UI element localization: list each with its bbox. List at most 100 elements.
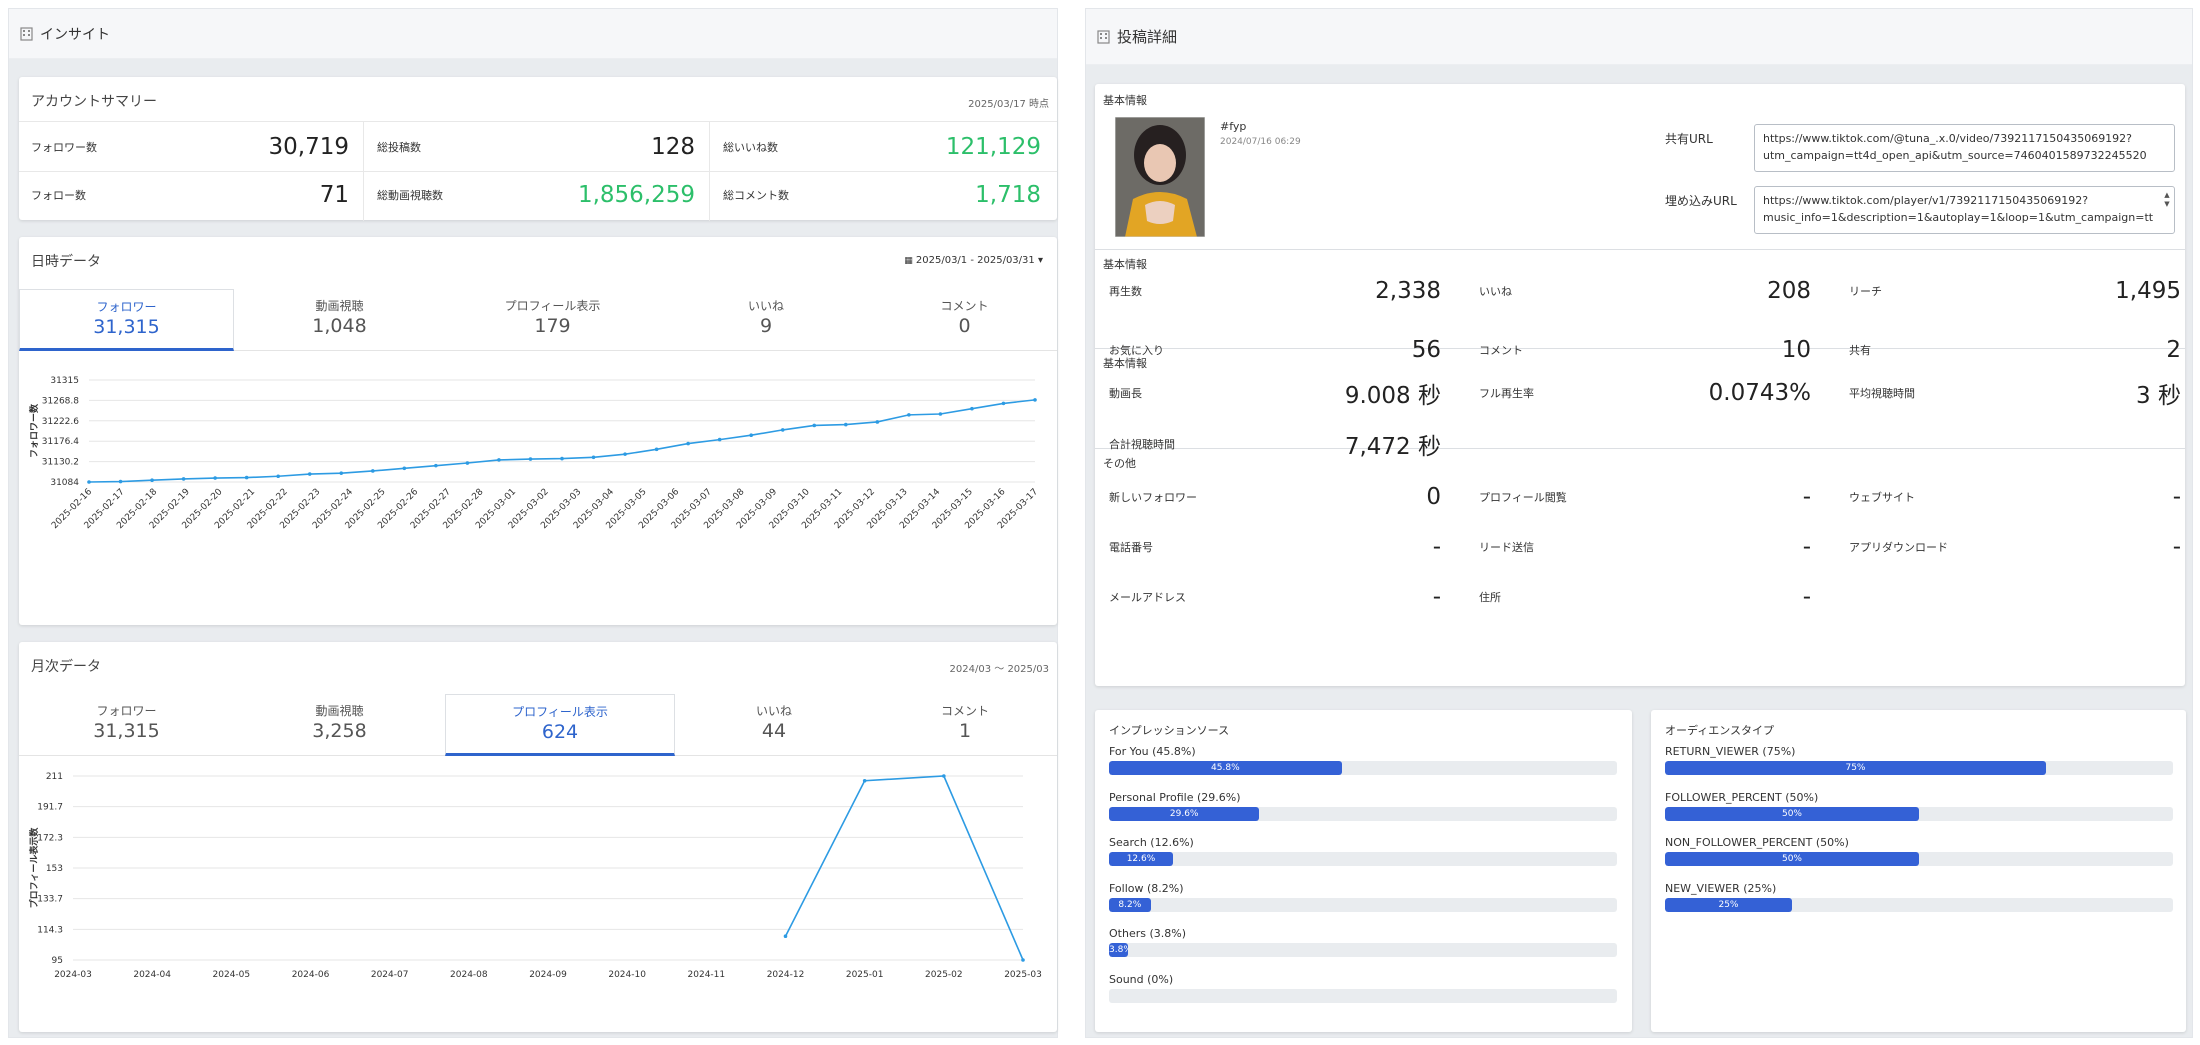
data-point[interactable]: [1001, 401, 1006, 406]
data-point[interactable]: [371, 469, 375, 473]
data-point[interactable]: [560, 456, 564, 461]
post-detail-panel: 投稿詳細 基本情報 #fyp 2024/07/16 06:29 共有URL ht…: [1085, 8, 2193, 1038]
data-point[interactable]: [970, 406, 974, 411]
detail-cell: いいね 208: [1465, 271, 1825, 311]
monthly-data-card: 月次データ 2024/03 ～ 2025/03 フォロワー 31,315 動画視聴 3…: [19, 642, 1057, 1032]
data-point[interactable]: [780, 428, 785, 432]
tab-label: フォロワー: [96, 300, 157, 314]
detail-value: 0: [1426, 484, 1441, 510]
y-tick-label: 31084: [50, 478, 79, 488]
tab-label: プロフィール表示: [504, 299, 601, 313]
data-point[interactable]: [497, 458, 501, 462]
tab-monthly-3[interactable]: いいね 44: [675, 694, 873, 756]
tab-monthly-2[interactable]: プロフィール表示 624: [445, 694, 675, 756]
data-point[interactable]: [213, 476, 217, 480]
data-point[interactable]: [87, 480, 91, 484]
data-point[interactable]: [244, 475, 249, 480]
data-point[interactable]: [623, 452, 627, 456]
data-point[interactable]: [1021, 958, 1025, 962]
tab-monthly-1[interactable]: 動画視聴 3,258: [234, 694, 445, 756]
data-point[interactable]: [907, 413, 911, 417]
data-point[interactable]: [307, 472, 312, 476]
data-point[interactable]: [1033, 398, 1037, 402]
data-point[interactable]: [528, 457, 533, 461]
data-point[interactable]: [591, 455, 596, 460]
post-detail-title: 投稿詳細: [1117, 28, 1178, 46]
data-point[interactable]: [465, 461, 470, 465]
bar-label: Sound (0%): [1109, 972, 1174, 986]
tab-monthly-4[interactable]: コメント 1: [873, 694, 1057, 756]
post-hashtag: #fyp: [1220, 120, 1247, 133]
detail-cell: アプリダウンロード -: [1835, 527, 2195, 567]
data-point[interactable]: [844, 422, 848, 427]
data-point[interactable]: [339, 471, 344, 475]
x-tick-label: 2024-08: [450, 970, 488, 980]
tab-label: コメント: [940, 704, 989, 718]
detail-cell: 電話番号 -: [1095, 527, 1455, 567]
tab-value: 1,048: [312, 315, 367, 337]
monthly-date-range: 2024/03 ～ 2025/03: [949, 664, 1049, 675]
detail-value: 9.008 秒: [1344, 383, 1441, 409]
post-thumbnail[interactable]: [1115, 117, 1205, 237]
summary-cell: 総動画視聴数 1,856,259: [365, 171, 707, 219]
progress-track: 75%: [1665, 761, 2173, 775]
bar-label: NON_FOLLOWER_PERCENT (50%): [1665, 836, 1849, 849]
data-point[interactable]: [686, 441, 690, 446]
daily-tabs: フォロワー 31,315 動画視聴 1,048 プロフィール表示 179 いいね 9 コメント 0: [19, 289, 1057, 351]
data-point[interactable]: [402, 466, 407, 471]
detail-cell: 新しいフォロワー 0: [1095, 477, 1455, 517]
data-point[interactable]: [150, 478, 154, 483]
summary-as-of: 2025/03/17 時点: [968, 99, 1049, 110]
detail-cell: リード送信 -: [1465, 527, 1825, 567]
data-point[interactable]: [942, 774, 946, 778]
progress-fill: 45.8%: [1109, 761, 1342, 775]
detail-value: -: [1432, 584, 1441, 610]
summary-cell: 総投稿数 128: [365, 123, 707, 171]
tab-daily-1[interactable]: 動画視聴 1,048: [234, 289, 445, 351]
data-point[interactable]: [118, 479, 123, 484]
tab-daily-4[interactable]: コメント 0: [872, 289, 1057, 351]
tab-label: プロフィール表示: [512, 705, 608, 719]
share-url-field[interactable]: https://www.tiktok.com/@tuna_.x.0/video/…: [1754, 124, 2175, 172]
tab-monthly-0[interactable]: フォロワー 31,315: [19, 694, 234, 756]
data-point[interactable]: [875, 420, 880, 424]
progress-track: 12.6%: [1109, 852, 1617, 866]
tab-value: 31,315: [93, 316, 160, 338]
tab-daily-0[interactable]: フォロワー 31,315: [19, 289, 234, 351]
textarea-scrollbar[interactable]: ▲ ▼: [2162, 191, 2172, 209]
summary-value: 1,718: [975, 182, 1041, 208]
data-point[interactable]: [717, 437, 722, 442]
data-point[interactable]: [783, 934, 788, 939]
tab-label: 動画視聴: [315, 704, 364, 718]
progress-track: 50%: [1665, 852, 2173, 866]
y-tick-label: 114.3: [37, 925, 63, 935]
detail-cell: 住所 -: [1465, 577, 1825, 617]
detail-label: 動画長: [1109, 387, 1142, 400]
data-point[interactable]: [434, 463, 438, 468]
embed-url-label: 埋め込みURL: [1665, 194, 1737, 208]
detail-cell: フル再生率 0.0743%: [1465, 373, 1825, 413]
data-point[interactable]: [276, 474, 281, 479]
data-point[interactable]: [812, 423, 817, 428]
bar-row: Personal Profile (29.6%) 29.6%: [1109, 791, 1617, 821]
data-point[interactable]: [181, 477, 186, 481]
data-point[interactable]: [862, 778, 867, 783]
progress-track: [1109, 988, 1617, 1003]
y-tick-label: 31268.8: [42, 396, 79, 406]
daily-date-range-button[interactable]: ▦ 2025/03/1 - 2025/03/31 ▾: [904, 255, 1043, 266]
embed-url-field[interactable]: https://www.tiktok.com/player/v1/7392117…: [1754, 186, 2175, 234]
data-point[interactable]: [749, 433, 753, 437]
progress-track: 45.8%: [1109, 761, 1617, 775]
y-axis-label: プロフィール表示数: [28, 827, 40, 909]
tab-daily-3[interactable]: いいね 9: [660, 289, 872, 351]
bar-label: NEW_VIEWER (25%): [1665, 881, 1777, 895]
audience-type-title: オーディエンスタイプ: [1665, 724, 1775, 737]
insight-panel: インサイト アカウントサマリー 2025/03/17 時点 フォロワー数 30,7…: [8, 8, 1058, 1038]
data-point[interactable]: [938, 412, 943, 416]
x-tick-label: 2025-02: [925, 970, 963, 980]
post-detail-header: 投稿詳細: [1086, 9, 2192, 65]
tab-daily-2[interactable]: プロフィール表示 179: [445, 289, 660, 351]
account-summary-title: アカウントサマリー: [31, 94, 157, 110]
monthly-chart: 211 191.7 172.3 153 133.7 114.3 95 プロフィール表示数 202…: [28, 772, 1042, 980]
data-point[interactable]: [654, 447, 659, 452]
